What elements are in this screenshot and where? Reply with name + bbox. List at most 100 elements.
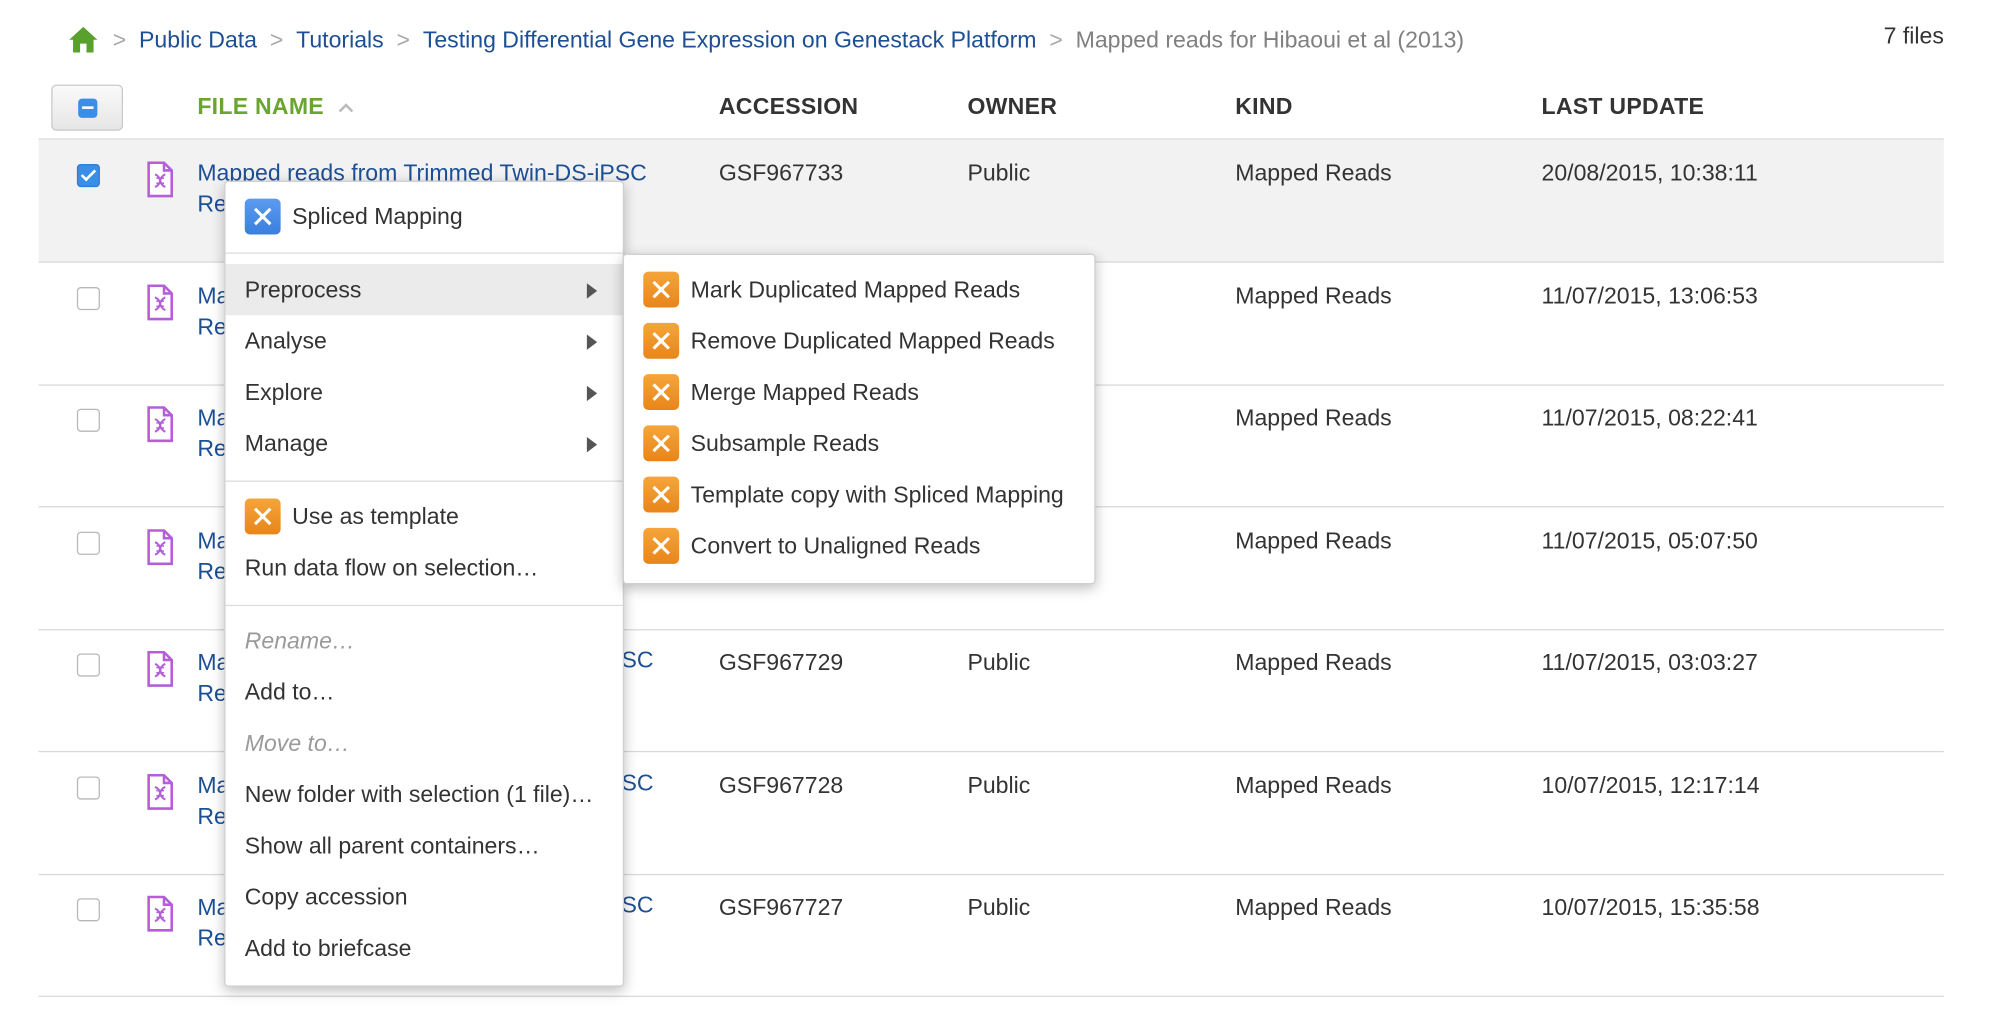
menu-item-run-data-flow[interactable]: Run data flow on selection… [226, 542, 623, 593]
app-icon [643, 476, 680, 513]
spliced-mapping-app-icon [244, 198, 281, 235]
mapped-reads-file-icon [147, 283, 173, 320]
accession-cell: GSF967733 [718, 160, 844, 186]
accession-cell: GSF967729 [718, 649, 844, 676]
menu-item-label: Explore [244, 378, 323, 405]
submenu-arrow-icon [586, 283, 598, 299]
select-all-checkbox[interactable] [51, 84, 124, 131]
last-update-cell: 11/07/2015, 08:22:41 [1541, 404, 1758, 431]
menu-divider [225, 604, 623, 607]
menu-item-label: Add to… [244, 678, 335, 705]
app-icon [643, 322, 680, 359]
menu-item-label: Show all parent containers… [244, 832, 540, 858]
menu-item-spliced-mapping[interactable]: Spliced Mapping [226, 191, 623, 242]
breadcrumb-item-public-data[interactable]: Public Data [139, 26, 257, 53]
submenu-item-merge-mapped-reads[interactable]: Merge Mapped Reads [624, 366, 1094, 417]
row-checkbox[interactable] [76, 653, 100, 677]
column-header-owner[interactable]: OWNER [967, 94, 1057, 121]
app-icon [643, 527, 680, 564]
submenu-item-convert-to-unaligned[interactable]: Convert to Unaligned Reads [624, 520, 1094, 571]
kind-cell: Mapped Reads [1235, 404, 1392, 431]
file-name-tail[interactable]: SC [621, 769, 653, 796]
last-update-cell: 20/08/2015, 10:38:11 [1541, 160, 1758, 186]
menu-item-rename: Rename… [226, 615, 623, 666]
owner-cell: Public [967, 772, 1031, 798]
menu-item-label: Copy accession [244, 883, 408, 910]
menu-item-label: Use as template [292, 502, 459, 529]
row-checkbox[interactable] [76, 408, 100, 432]
mapped-reads-file-icon [147, 895, 173, 932]
home-icon[interactable] [67, 23, 100, 56]
menu-item-move-to: Move to… [226, 718, 623, 769]
preprocess-submenu: Mark Duplicated Mapped Reads Remove Dupl… [622, 253, 1096, 585]
menu-divider [225, 480, 623, 482]
file-name-tail[interactable]: SC [621, 892, 653, 919]
menu-item-analyse[interactable]: Analyse [226, 315, 623, 366]
row-checkbox[interactable] [76, 286, 100, 310]
minus-icon [77, 98, 97, 118]
menu-item-manage[interactable]: Manage [226, 418, 623, 469]
menu-divider [225, 252, 623, 254]
file-count: 7 files [1883, 23, 1944, 49]
breadcrumb-item-tutorials[interactable]: Tutorials [296, 26, 384, 53]
accession-cell: GSF967727 [718, 894, 844, 921]
menu-item-label: Subsample Reads [690, 429, 880, 456]
kind-cell: Mapped Reads [1235, 894, 1392, 921]
menu-item-label: Run data flow on selection… [244, 554, 539, 580]
row-checkbox[interactable] [76, 531, 100, 555]
sort-ascending-icon [338, 103, 354, 113]
menu-item-use-as-template[interactable]: Use as template [226, 491, 623, 542]
app-icon [643, 271, 680, 308]
submenu-item-subsample-reads[interactable]: Subsample Reads [624, 418, 1094, 469]
breadcrumb-separator: > [396, 26, 411, 52]
menu-item-add-to[interactable]: Add to… [226, 666, 623, 717]
last-update-cell: 10/07/2015, 15:35:58 [1541, 894, 1760, 921]
menu-item-label: Rename… [244, 627, 356, 653]
column-header-file-name[interactable]: FILE NAME [197, 93, 354, 121]
owner-cell: Public [967, 649, 1031, 676]
menu-item-label: New folder with selection (1 file)… [244, 781, 594, 807]
last-update-cell: 11/07/2015, 03:03:27 [1541, 649, 1758, 676]
app-icon [244, 498, 281, 535]
file-name-tail[interactable]: SC [621, 647, 653, 674]
menu-item-new-folder-with-selection[interactable]: New folder with selection (1 file)… [226, 769, 623, 820]
menu-item-label: Convert to Unaligned Reads [690, 532, 981, 559]
menu-item-label: Spliced Mapping [292, 203, 463, 229]
menu-item-label: Mark Duplicated Mapped Reads [690, 276, 1021, 302]
submenu-item-mark-duplicated[interactable]: Mark Duplicated Mapped Reads [624, 264, 1094, 315]
row-checkbox[interactable] [76, 775, 100, 799]
menu-item-explore[interactable]: Explore [226, 366, 623, 417]
breadcrumb-item-testing-dge[interactable]: Testing Differential Gene Expression on … [423, 26, 1037, 53]
kind-cell: Mapped Reads [1235, 649, 1392, 676]
menu-item-label: Move to… [244, 729, 350, 756]
menu-item-label: Preprocess [244, 276, 362, 302]
row-checkbox[interactable] [76, 164, 100, 188]
owner-cell: Public [967, 894, 1031, 921]
submenu-item-template-copy[interactable]: Template copy with Spliced Mapping [624, 469, 1094, 520]
row-checkbox[interactable] [76, 898, 100, 922]
last-update-cell: 11/07/2015, 13:06:53 [1541, 282, 1758, 309]
menu-item-add-to-briefcase[interactable]: Add to briefcase [226, 923, 623, 974]
app-icon [643, 374, 680, 411]
menu-item-label: Merge Mapped Reads [690, 378, 919, 405]
column-header-label: FILE NAME [197, 93, 324, 120]
menu-item-copy-accession[interactable]: Copy accession [226, 871, 623, 922]
mapped-reads-file-icon [147, 650, 173, 687]
menu-item-label: Remove Duplicated Mapped Reads [690, 327, 1055, 354]
submenu-arrow-icon [586, 334, 598, 350]
column-header-kind[interactable]: KIND [1235, 94, 1292, 121]
kind-cell: Mapped Reads [1235, 527, 1392, 553]
kind-cell: Mapped Reads [1235, 772, 1392, 798]
last-update-cell: 10/07/2015, 12:17:14 [1541, 772, 1760, 798]
submenu-item-remove-duplicated[interactable]: Remove Duplicated Mapped Reads [624, 315, 1094, 366]
mapped-reads-file-icon [147, 528, 173, 565]
menu-item-preprocess[interactable]: Preprocess [225, 263, 623, 316]
column-header-last-update[interactable]: LAST UPDATE [1542, 94, 1705, 121]
kind-cell: Mapped Reads [1235, 282, 1392, 309]
menu-item-label: Add to briefcase [244, 934, 412, 961]
breadcrumb-separator: > [112, 26, 127, 52]
table-header: FILE NAME ACCESSION OWNER KIND LAST UPDA… [38, 77, 1944, 140]
kind-cell: Mapped Reads [1235, 160, 1392, 186]
column-header-accession[interactable]: ACCESSION [719, 94, 858, 121]
menu-item-show-parent-containers[interactable]: Show all parent containers… [226, 820, 623, 871]
